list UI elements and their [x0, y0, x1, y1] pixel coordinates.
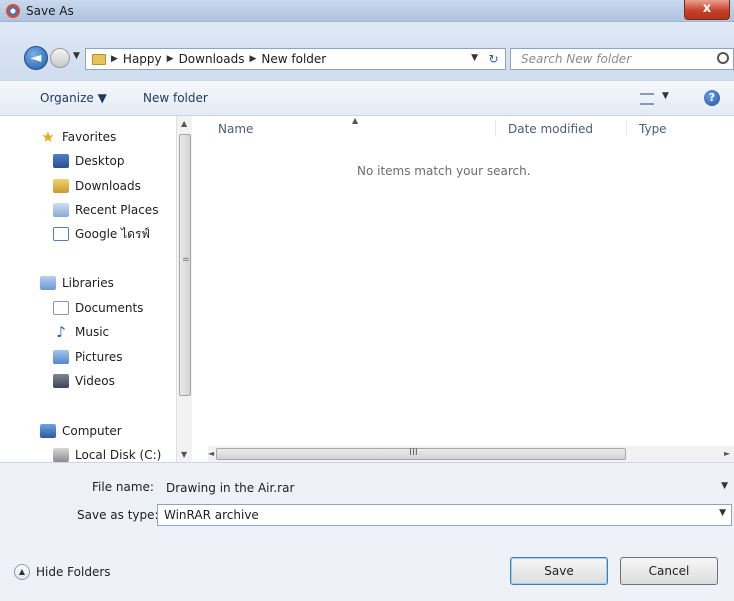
- save-button[interactable]: Save: [510, 557, 608, 585]
- downloads-icon: [53, 179, 69, 193]
- close-button[interactable]: x: [684, 0, 730, 20]
- sidebar-item-desktop[interactable]: Desktop: [53, 151, 125, 171]
- save-as-type-dropdown-icon[interactable]: ▼: [719, 508, 726, 518]
- save-as-type-label: Save as type:: [77, 508, 159, 522]
- save-as-type-select[interactable]: WinRAR archive ▼: [157, 504, 732, 526]
- title-bar: Save As x: [0, 0, 734, 22]
- sidebar-item-pictures[interactable]: Pictures: [53, 347, 123, 367]
- pictures-icon: [53, 350, 69, 364]
- search-input[interactable]: Search New folder: [510, 48, 734, 70]
- address-row: ◄ ▼ ▶ Happy ▶ Downloads ▶ New folder ▼ ↻…: [0, 22, 734, 80]
- sidebar-item-label: Downloads: [75, 179, 141, 193]
- new-folder-button[interactable]: New folder: [143, 91, 208, 105]
- sidebar-item-documents[interactable]: Documents: [53, 298, 143, 318]
- sidebar-item-label: Google ไดรฟ์: [75, 226, 150, 241]
- videos-icon: [53, 374, 69, 388]
- organize-button[interactable]: Organize ▼: [40, 91, 107, 105]
- change-view-icon[interactable]: [640, 93, 654, 105]
- sort-arrow-icon: ▲: [352, 116, 359, 125]
- refresh-button[interactable]: ↻: [482, 48, 506, 70]
- local-disk-icon: [53, 448, 69, 462]
- address-dropdown-icon[interactable]: ▼: [471, 53, 478, 63]
- favorites-star-icon: ★: [41, 128, 55, 146]
- view-dropdown-icon[interactable]: ▼: [662, 91, 669, 101]
- breadcrumb-new-folder[interactable]: New folder: [261, 52, 326, 66]
- column-header-date-modified[interactable]: Date modified: [508, 122, 593, 136]
- horizontal-scrollbar[interactable]: ◄ III ►: [208, 446, 734, 462]
- desktop-icon: [53, 154, 69, 168]
- sidebar-item-music[interactable]: ♪ Music: [53, 322, 109, 342]
- sidebar-item-recent-places[interactable]: Recent Places: [53, 200, 158, 220]
- sidebar-item-libraries[interactable]: Libraries: [40, 273, 114, 293]
- documents-icon: [53, 301, 69, 315]
- sidebar-item-label: Music: [75, 325, 110, 339]
- cancel-button[interactable]: Cancel: [620, 557, 718, 585]
- sidebar-item-label: Computer: [62, 424, 122, 438]
- command-toolbar: Organize ▼ New folder ▼ ?: [0, 80, 734, 116]
- scroll-right-icon[interactable]: ►: [724, 449, 730, 458]
- save-as-type-value: WinRAR archive: [164, 508, 259, 522]
- window-title: Save As: [26, 4, 74, 18]
- sidebar-item-downloads[interactable]: Downloads: [53, 176, 141, 196]
- scroll-up-icon[interactable]: ▲: [181, 119, 187, 128]
- sidebar-item-favorites[interactable]: ★ Favorites: [40, 127, 116, 147]
- sidebar-item-google-drive[interactable]: Google ไดรฟ์: [53, 224, 150, 244]
- navigation-scroll-thumb[interactable]: =: [179, 134, 191, 396]
- sidebar-item-label: Pictures: [75, 350, 123, 364]
- column-divider[interactable]: [495, 120, 496, 136]
- navigation-pane: ★ Favorites Desktop Downloads Recent Pla…: [0, 116, 180, 462]
- sidebar-item-videos[interactable]: Videos: [53, 371, 115, 391]
- chevron-right-icon[interactable]: ▶: [167, 54, 174, 64]
- column-header-type[interactable]: Type: [639, 122, 667, 136]
- libraries-icon: [40, 276, 56, 290]
- column-header-name[interactable]: Name: [218, 122, 253, 136]
- forward-button[interactable]: [50, 48, 70, 68]
- column-divider[interactable]: [626, 120, 627, 136]
- computer-icon: [40, 424, 56, 438]
- file-list[interactable]: Name ▲ Date modified Type No items match…: [192, 116, 734, 462]
- file-name-value: Drawing in the Air.rar: [166, 481, 295, 495]
- file-name-label: File name:: [92, 480, 154, 494]
- hide-folders-label: Hide Folders: [36, 565, 111, 579]
- sidebar-item-label: Local Disk (C:): [75, 448, 162, 462]
- chevron-right-icon[interactable]: ▶: [249, 54, 256, 64]
- sidebar-item-label: Desktop: [75, 154, 125, 168]
- chevron-right-icon[interactable]: ▶: [111, 54, 118, 64]
- help-icon[interactable]: ?: [704, 90, 720, 106]
- hide-folders-button[interactable]: ▲ Hide Folders: [14, 564, 111, 580]
- sidebar-item-label: Favorites: [62, 130, 117, 144]
- chevron-up-icon: ▲: [14, 564, 30, 580]
- back-button[interactable]: ◄: [24, 46, 48, 70]
- save-options-panel: File name: Drawing in the Air.rar ▼ Save…: [0, 462, 734, 601]
- search-placeholder: Search New folder: [521, 52, 632, 66]
- empty-message: No items match your search.: [357, 164, 531, 178]
- recent-places-icon: [53, 203, 69, 217]
- breadcrumb-happy[interactable]: Happy: [123, 52, 162, 66]
- folder-icon: [92, 53, 106, 65]
- sidebar-item-label: Videos: [75, 374, 115, 388]
- sidebar-item-label: Documents: [75, 301, 144, 315]
- google-drive-icon: [53, 227, 69, 241]
- sidebar-item-computer[interactable]: Computer: [40, 421, 122, 441]
- recent-pages-dropdown-icon[interactable]: ▼: [73, 51, 80, 61]
- scroll-left-icon[interactable]: ◄: [208, 449, 214, 458]
- file-name-field[interactable]: Drawing in the Air.rar ▼: [159, 477, 734, 499]
- search-icon[interactable]: [717, 52, 729, 64]
- music-icon: ♪: [56, 323, 66, 341]
- horizontal-scroll-thumb[interactable]: III: [216, 447, 626, 460]
- chrome-icon: [6, 4, 20, 18]
- scroll-grip: =: [182, 255, 190, 265]
- sidebar-item-label: Libraries: [62, 276, 114, 290]
- scroll-down-icon[interactable]: ▼: [181, 450, 187, 459]
- address-bar[interactable]: ▶ Happy ▶ Downloads ▶ New folder ▼: [85, 48, 485, 70]
- navigation-scrollbar[interactable]: ▲ = ▼: [176, 116, 192, 462]
- breadcrumb-downloads[interactable]: Downloads: [179, 52, 245, 66]
- scroll-grip: III: [409, 447, 418, 458]
- sidebar-item-label: Recent Places: [75, 203, 159, 217]
- file-name-dropdown-icon[interactable]: ▼: [721, 481, 728, 491]
